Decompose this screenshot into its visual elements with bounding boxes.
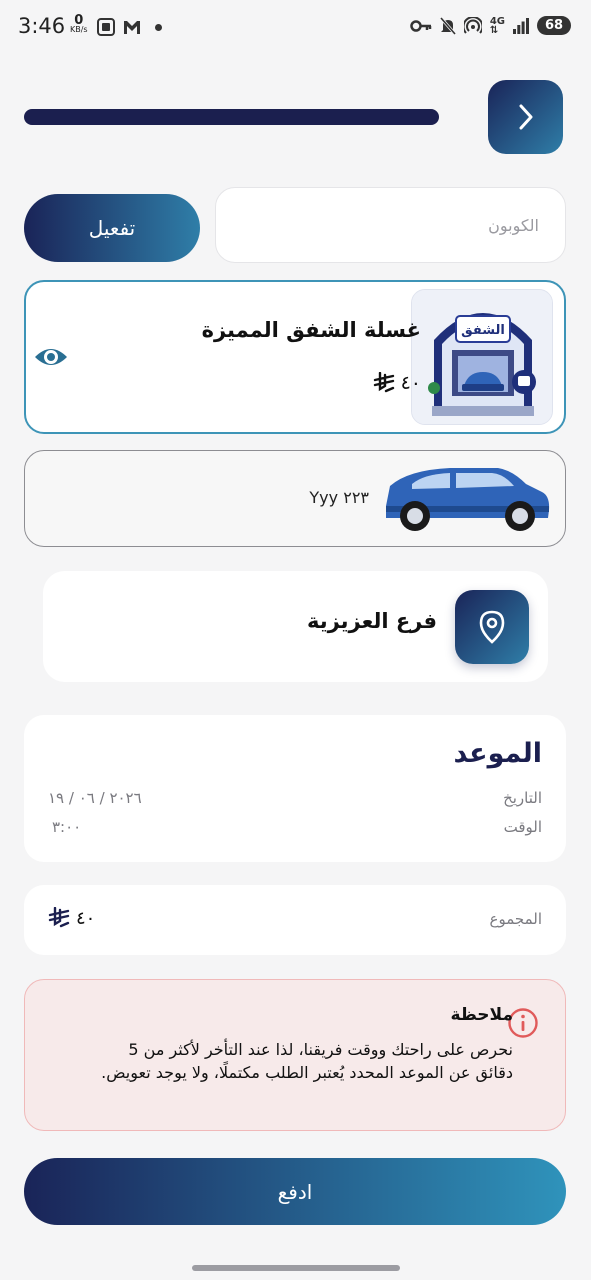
data-rate-value: 0 [74,13,84,28]
data-rate: 0 KB/s [70,13,88,34]
appointment-title: الموعد [453,738,542,769]
view-details-eye-icon[interactable] [34,341,68,377]
total-label: المجموع [489,910,542,928]
time-label: الوقت [503,818,542,836]
battery-badge: 68 [537,16,571,35]
total-amount: ٤٠ [76,907,96,929]
riyal-symbol-icon [373,372,394,393]
status-time: 3:46 [18,14,66,38]
time-value: ٣:٠٠ [52,818,82,836]
status-system-icons: 4G ⇅ 68 [410,16,571,35]
hotspot-icon [463,16,482,34]
suv-car-icon [386,468,550,531]
car-image [380,462,552,538]
key-icon [410,19,432,32]
status-bar: 3:46 0 KB/s 4G ⇅ 68 [0,0,591,56]
data-rate-unit: KB/s [70,25,88,34]
total-value: ٤٠ [48,907,95,929]
notification-dot-icon [155,24,162,31]
service-price-value: ٤٠ [400,372,421,394]
activate-coupon-button[interactable]: تفعيل [24,194,200,262]
total-card [24,885,566,955]
bell-muted-icon [439,16,456,35]
location-pin-icon [479,610,505,644]
note-body: نحرص على راحتك ووقت فريقنا، لذا عند التأ… [101,1040,513,1082]
service-logo-text: الشفق [461,323,505,338]
pay-button[interactable]: ادفع [24,1158,566,1225]
coupon-field[interactable] [215,187,566,263]
location-button[interactable] [455,590,529,664]
riyal-symbol-icon [48,907,70,928]
step-progress-bar [24,109,439,125]
branch-name: فرع العزيزية [306,609,437,633]
network-type: 4G ⇅ [489,15,505,36]
signal-icon [513,17,529,34]
network-label: 4G [489,15,505,27]
car-wash-building-illustration: الشفق [412,290,552,424]
service-image: الشفق [411,289,553,425]
service-price: ٤٠ [373,372,421,394]
status-notification-icons [96,17,148,41]
date-value: ٢٠٢٦ / ٠٦ / ١٩ [48,789,142,807]
car-plate: ٢٢٣ Yyy [309,488,369,507]
date-label: التاريخ [503,789,542,807]
chevron-right-icon [519,104,532,130]
screenshot-and-mail-icons [97,18,140,36]
note-title: ملاحظة [450,1005,513,1025]
home-indicator[interactable] [192,1265,400,1271]
service-title: غسلة الشفق المميزة [201,318,421,342]
back-button[interactable] [488,80,563,154]
coupon-input[interactable] [216,188,565,262]
